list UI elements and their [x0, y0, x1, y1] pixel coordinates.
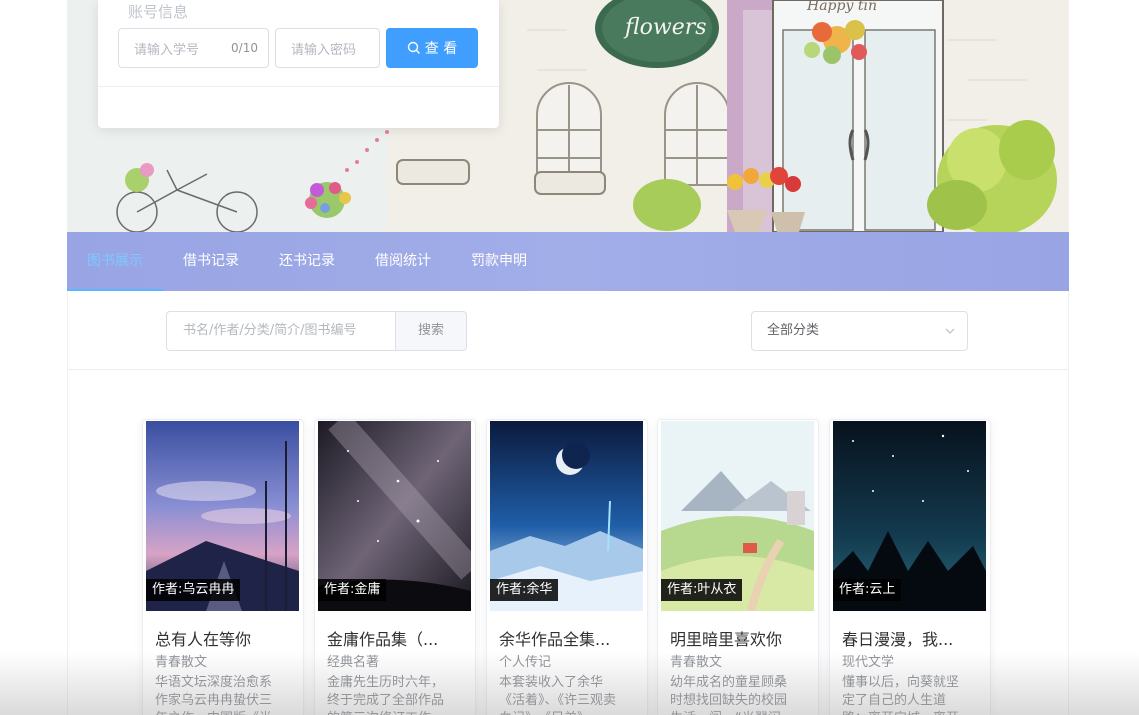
book-title: 金庸作品集（... — [327, 630, 439, 649]
book-description: 幼年成名的童星顾桑时想找回缺失的校园生活，闯一“光翟闪 — [670, 675, 788, 715]
book-title: 明里暗里喜欢你 — [670, 630, 783, 649]
book-category: 经典名著 — [327, 655, 380, 670]
book-description: 华语文坛深度治愈系作家乌云冉冉蛰伏三年之作。中国版《半 — [155, 675, 273, 715]
search-divider — [67, 369, 1069, 370]
author-tag: 作者:乌云冉冉 — [146, 579, 241, 601]
view-button[interactable]: 查 看 — [386, 28, 478, 68]
search-button[interactable]: 搜索 — [395, 311, 467, 351]
student-id-input[interactable]: 请输入学号 0/10 — [118, 28, 269, 68]
nav-item-return-records[interactable]: 还书记录 — [267, 232, 347, 291]
password-placeholder: 请输入密码 — [291, 42, 357, 58]
book-description: 懂事以后，向葵就坚定了自己的人生道路：离开宁城，离开 — [842, 675, 960, 715]
book-cover: 作者:叶从衣 — [661, 421, 814, 611]
author-tag: 作者:叶从衣 — [661, 579, 743, 601]
student-id-placeholder: 请输入学号 — [134, 42, 200, 58]
book-description: 金庸先生历时六年，终于完成了全部作品的第三次修订工作 — [327, 675, 445, 715]
svg-text:Happy tin: Happy tin — [806, 0, 877, 14]
book-card[interactable]: 作者:云上 春日漫漫，我... 现代文学 懂事以后，向葵就坚定了自己的人生道路：… — [829, 419, 991, 715]
nav-item-borrow-stats[interactable]: 借阅统计 — [363, 232, 443, 291]
book-cover: 作者:金庸 — [318, 421, 471, 611]
category-select[interactable]: 全部分类 — [751, 311, 968, 351]
student-id-counter: 0/10 — [231, 41, 258, 55]
book-card[interactable]: 作者:金庸 金庸作品集（... 经典名著 金庸先生历时六年，终于完成了全部作品的… — [314, 419, 476, 715]
book-title: 春日漫漫，我... — [842, 630, 954, 649]
login-title: 账号信息 — [128, 3, 189, 21]
nav-item-book-display[interactable]: 图书展示 — [67, 232, 163, 291]
book-description: 本套装收入了余华《活着》、《许三观卖血记》、《兄弟》 — [499, 675, 617, 715]
book-category: 个人传记 — [499, 655, 552, 670]
book-title: 余华作品全集... — [499, 630, 611, 649]
book-cover: 作者:余华 — [490, 421, 643, 611]
view-button-label: 查 看 — [424, 41, 458, 57]
book-category: 现代文学 — [842, 655, 895, 670]
book-cover: 作者:云上 — [833, 421, 986, 611]
login-divider — [98, 86, 499, 87]
main-nav: 图书展示 借书记录 还书记录 借阅统计 罚款申明 — [67, 232, 1069, 291]
book-category: 青春散文 — [670, 655, 723, 670]
author-tag: 作者:云上 — [833, 579, 902, 601]
chevron-down-icon — [945, 328, 955, 334]
book-cover: 作者:乌云冉冉 — [146, 421, 299, 611]
book-card[interactable]: 作者:叶从衣 明里暗里喜欢你 青春散文 幼年成名的童星顾桑时想找回缺失的校园生活… — [657, 419, 819, 715]
book-title: 总有人在等你 — [155, 630, 252, 649]
author-tag: 作者:余华 — [490, 579, 559, 601]
category-select-value: 全部分类 — [767, 323, 820, 338]
login-card: 账号信息 请输入学号 0/10 请输入密码 查 看 — [98, 0, 499, 128]
nav-item-fine-statement[interactable]: 罚款申明 — [459, 232, 539, 291]
book-category: 青春散文 — [155, 655, 208, 670]
nav-item-borrow-records[interactable]: 借书记录 — [171, 232, 251, 291]
password-input[interactable]: 请输入密码 — [275, 28, 380, 68]
book-search-input[interactable]: 书名/作者/分类/简介/图书编号 — [166, 311, 396, 351]
author-tag: 作者:金庸 — [318, 579, 387, 601]
search-icon — [407, 41, 420, 54]
book-card[interactable]: 作者:乌云冉冉 总有人在等你 青春散文 华语文坛深度治愈系作家乌云冉冉蛰伏三年之… — [142, 419, 304, 715]
book-card[interactable]: 作者:余华 余华作品全集... 个人传记 本套装收入了余华《活着》、《许三观卖血… — [486, 419, 648, 715]
svg-text:flowers: flowers — [623, 15, 707, 40]
